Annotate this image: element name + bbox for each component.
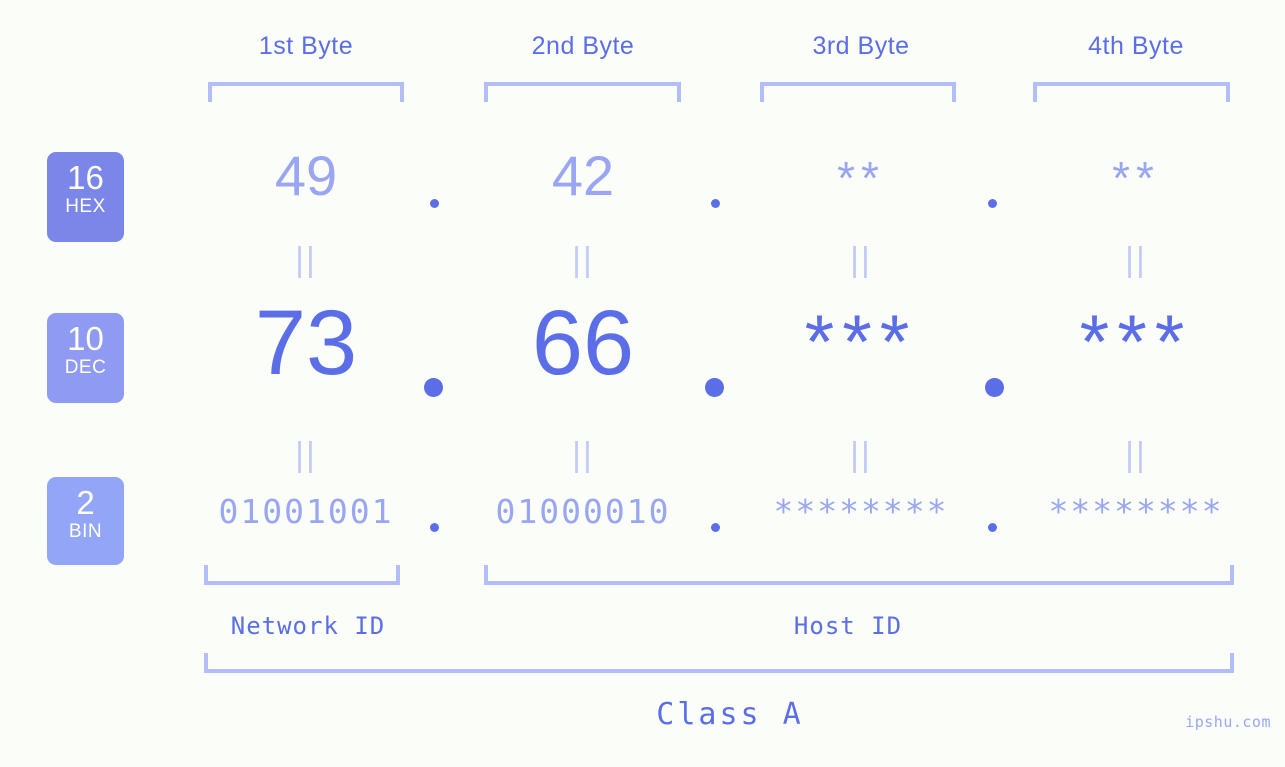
dec-byte-4: *** <box>1079 300 1193 385</box>
byte-header-1: 1st Byte <box>258 32 354 60</box>
equals-connector-2-3: || <box>850 436 872 474</box>
bin-separator-dot-3 <box>988 523 997 532</box>
dec-byte-3: *** <box>804 300 918 385</box>
equals-connector-1-4: || <box>1125 241 1147 279</box>
hex-byte-2: 42 <box>551 144 615 207</box>
byte-bracket-top-2 <box>484 82 681 102</box>
hex-byte-3: ** <box>837 152 885 204</box>
bin-byte-4: ******** <box>1048 492 1224 531</box>
byte-bracket-top-3 <box>760 82 956 102</box>
class-label: Class A <box>656 697 804 732</box>
site-watermark: ipshu.com <box>1185 713 1271 731</box>
network-id-bracket <box>204 565 400 585</box>
base-badge-dec-number: 10 <box>67 320 104 357</box>
dec-separator-dot-3 <box>985 378 1004 397</box>
dec-byte-2: 66 <box>531 292 635 394</box>
byte-bracket-top-1 <box>208 82 404 102</box>
host-id-bracket <box>484 565 1234 585</box>
hex-separator-dot-3 <box>988 199 997 208</box>
base-badge-bin-name: BIN <box>68 521 103 542</box>
network-id-label: Network ID <box>230 612 386 640</box>
base-badge-hex[interactable]: 16 HEX <box>47 152 124 242</box>
base-badge-dec[interactable]: 10 DEC <box>47 313 124 403</box>
equals-connector-1-1: || <box>295 241 317 279</box>
hex-separator-dot-1 <box>430 199 439 208</box>
base-badge-bin-number: 2 <box>76 484 95 521</box>
equals-connector-1-3: || <box>850 241 872 279</box>
bin-byte-3: ******** <box>773 492 949 531</box>
byte-header-4: 4th Byte <box>1088 32 1184 60</box>
base-badge-hex-name: HEX <box>65 196 106 217</box>
hex-byte-1: 49 <box>274 144 338 207</box>
equals-connector-2-2: || <box>572 436 594 474</box>
bin-byte-1: 01001001 <box>218 492 394 531</box>
equals-connector-2-4: || <box>1125 436 1147 474</box>
equals-connector-1-2: || <box>572 241 594 279</box>
byte-header-3: 3rd Byte <box>812 32 910 60</box>
dec-separator-dot-2 <box>705 378 724 397</box>
base-badge-hex-number: 16 <box>67 159 104 196</box>
bin-separator-dot-1 <box>430 523 439 532</box>
class-bracket <box>204 653 1234 673</box>
byte-header-2: 2nd Byte <box>531 32 635 60</box>
equals-connector-2-1: || <box>295 436 317 474</box>
dec-separator-dot-1 <box>424 378 443 397</box>
host-id-label: Host ID <box>793 612 903 640</box>
base-badge-bin[interactable]: 2 BIN <box>47 477 124 565</box>
dec-byte-1: 73 <box>254 292 358 394</box>
byte-bracket-top-4 <box>1033 82 1230 102</box>
bin-byte-2: 01000010 <box>495 492 671 531</box>
base-badge-dec-name: DEC <box>64 357 107 378</box>
ip-address-breakdown-diagram: 1st Byte 2nd Byte 3rd Byte 4th Byte 16 H… <box>0 0 1285 767</box>
hex-separator-dot-2 <box>711 199 720 208</box>
hex-byte-4: ** <box>1112 152 1160 204</box>
bin-separator-dot-2 <box>711 523 720 532</box>
